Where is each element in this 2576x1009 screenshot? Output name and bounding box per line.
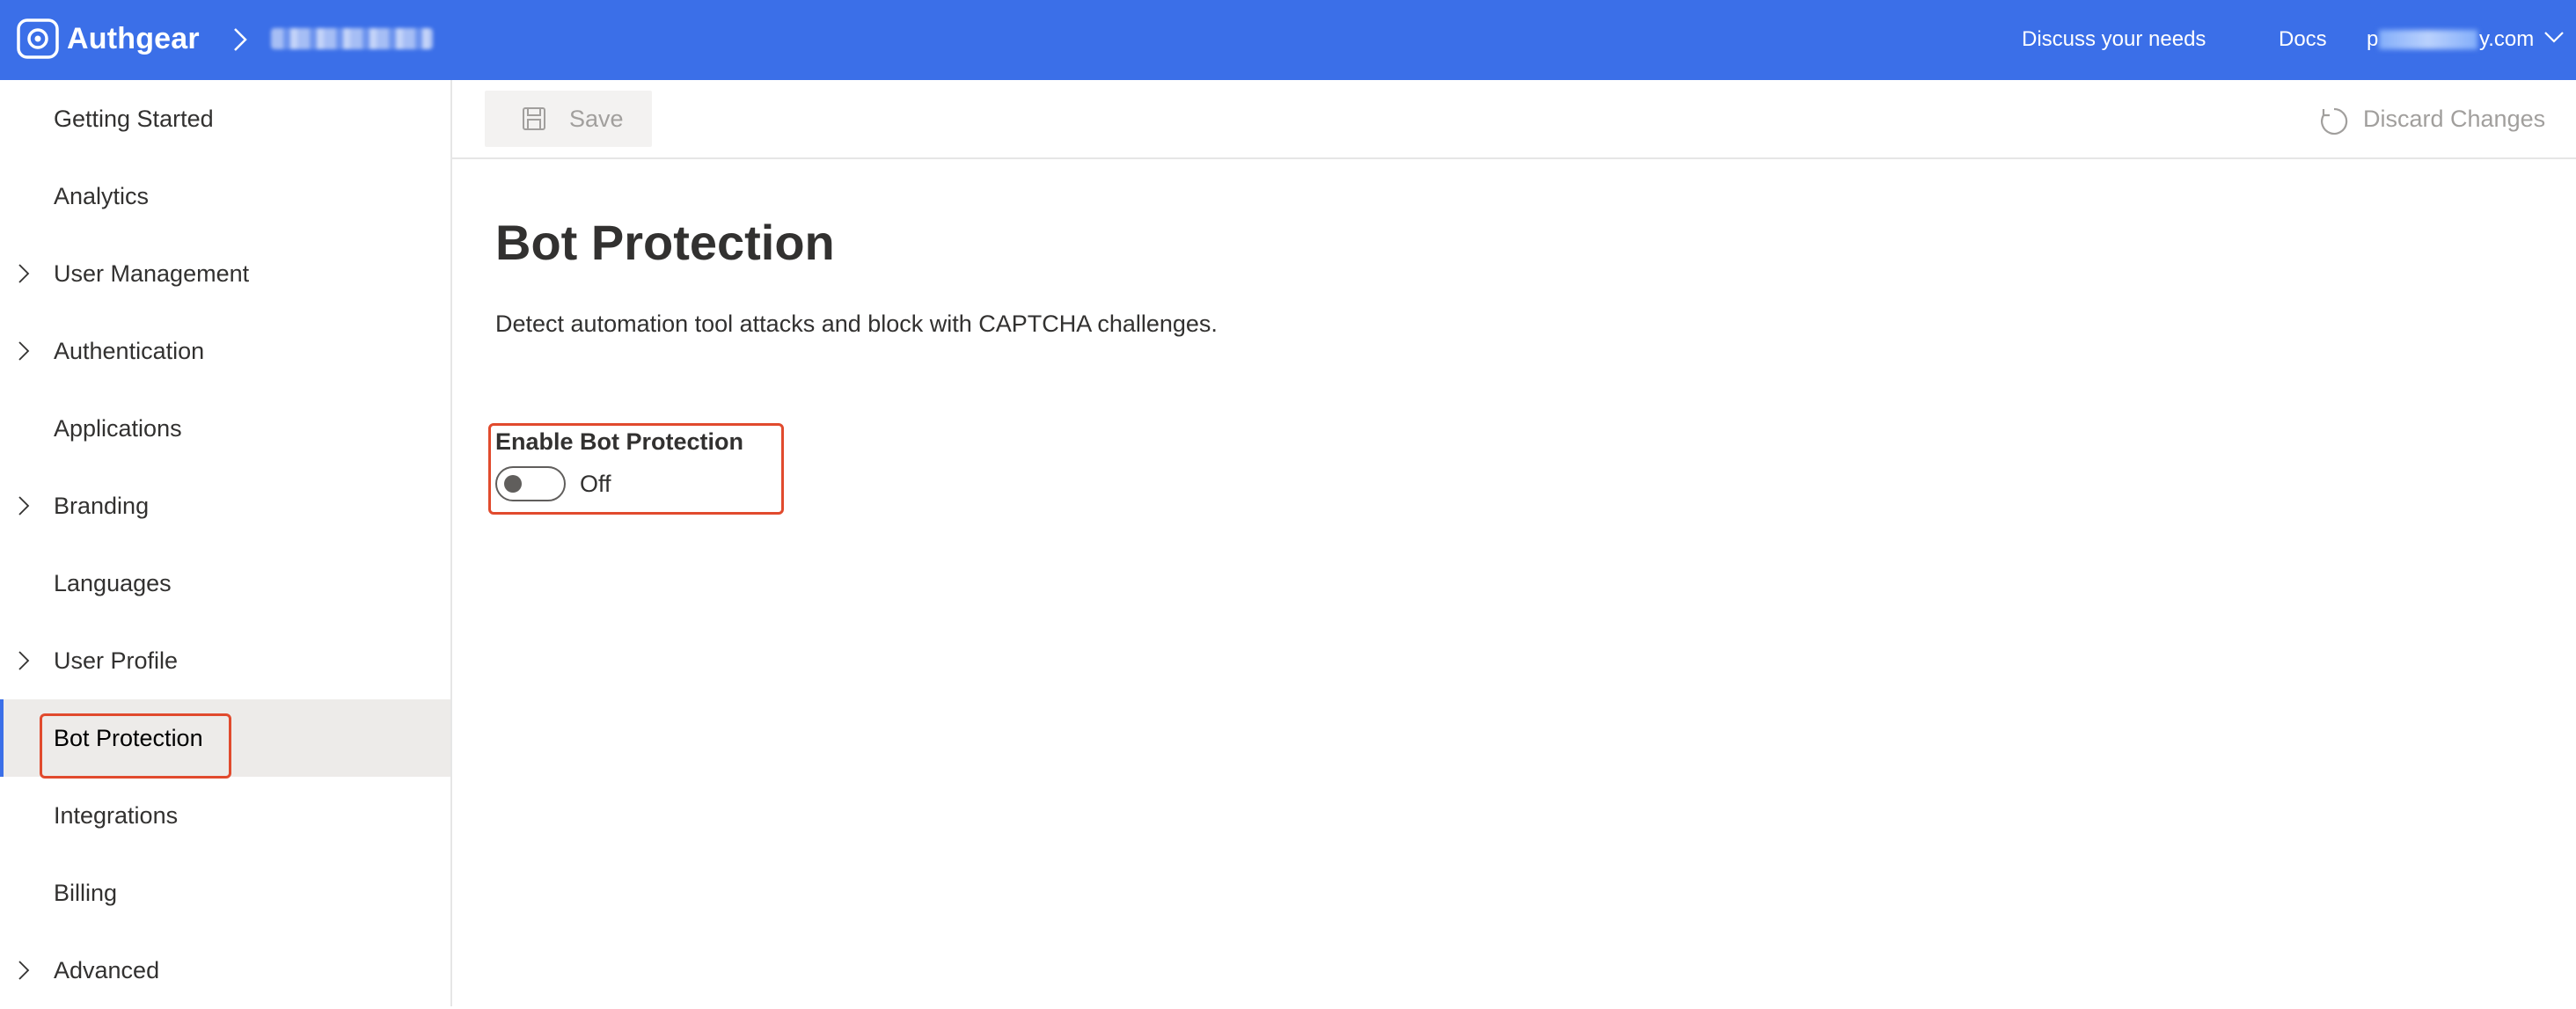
sidebar-item-advanced[interactable]: Advanced bbox=[0, 932, 450, 1009]
chevron-right-icon[interactable] bbox=[18, 495, 30, 516]
sidebar-item-label: Integrations bbox=[54, 802, 179, 829]
sidebar-item-authentication[interactable]: Authentication bbox=[0, 312, 450, 390]
toggle-label: Enable Bot Protection bbox=[495, 428, 744, 455]
chevron-right-icon[interactable] bbox=[18, 960, 30, 981]
active-indicator bbox=[0, 699, 4, 777]
sidebar-item-branding[interactable]: Branding bbox=[0, 467, 450, 545]
sidebar-item-label: User Management bbox=[54, 260, 250, 287]
sidebar-item-label: Billing bbox=[54, 880, 118, 906]
refresh-icon bbox=[2321, 107, 2348, 135]
toggle-knob bbox=[504, 475, 522, 493]
toggle-state-text: Off bbox=[580, 471, 611, 497]
account-email-prefix: p bbox=[2367, 27, 2379, 51]
account-email-redacted bbox=[2379, 30, 2477, 49]
top-bar: Authgear Discuss your needs Docs p y.com bbox=[0, 0, 2576, 80]
sidebar-item-label: Authentication bbox=[54, 338, 205, 364]
page-description: Detect automation tool attacks and block… bbox=[495, 311, 1218, 337]
sidebar-item-label: Advanced bbox=[54, 957, 160, 983]
sidebar-item-applications[interactable]: Applications bbox=[0, 390, 450, 467]
sidebar-item-label: Branding bbox=[54, 493, 150, 519]
sidebar-item-user-profile[interactable]: User Profile bbox=[0, 622, 450, 699]
page-title: Bot Protection bbox=[495, 215, 835, 270]
command-bar: Save Discard Changes bbox=[452, 80, 2576, 159]
sidebar-item-analytics[interactable]: Analytics bbox=[0, 157, 450, 235]
account-email-suffix: y.com bbox=[2479, 27, 2535, 51]
sidebar-item-user-management[interactable]: User Management bbox=[0, 235, 450, 312]
sidebar-item-getting-started[interactable]: Getting Started bbox=[0, 80, 450, 157]
chevron-right-icon[interactable] bbox=[18, 340, 30, 362]
sidebar-item-label: Languages bbox=[54, 570, 172, 596]
sidebar-item-label: Applications bbox=[54, 415, 182, 442]
project-name-redacted[interactable] bbox=[271, 28, 433, 49]
brand-name[interactable]: Authgear bbox=[67, 18, 200, 60]
save-icon bbox=[523, 107, 545, 130]
chevron-right-icon[interactable] bbox=[18, 263, 30, 284]
discard-changes-button[interactable]: Discard Changes bbox=[2319, 91, 2546, 147]
discard-label: Discard Changes bbox=[2363, 106, 2546, 132]
chevron-down-icon[interactable] bbox=[2543, 28, 2565, 46]
bot-protection-toggle[interactable] bbox=[495, 466, 566, 501]
sidebar-item-label: Getting Started bbox=[54, 106, 214, 132]
chevron-right-icon[interactable] bbox=[18, 650, 30, 671]
sidebar-item-integrations[interactable]: Integrations bbox=[0, 777, 450, 854]
discuss-needs-link[interactable]: Discuss your needs bbox=[2022, 21, 2206, 58]
sidebar-item-label: Analytics bbox=[54, 183, 150, 209]
save-button[interactable]: Save bbox=[485, 91, 652, 147]
sidebar-item-billing[interactable]: Billing bbox=[0, 854, 450, 932]
authgear-logo-icon[interactable] bbox=[16, 18, 60, 60]
highlight-box-nav bbox=[40, 713, 231, 779]
docs-link[interactable]: Docs bbox=[2279, 21, 2327, 58]
sidebar-item-languages[interactable]: Languages bbox=[0, 545, 450, 622]
sidebar-item-label: User Profile bbox=[54, 647, 179, 674]
sidebar-nav: Getting Started Analytics User Managemen… bbox=[0, 80, 452, 1006]
save-label: Save bbox=[569, 106, 624, 132]
chevron-right-icon bbox=[234, 28, 247, 51]
